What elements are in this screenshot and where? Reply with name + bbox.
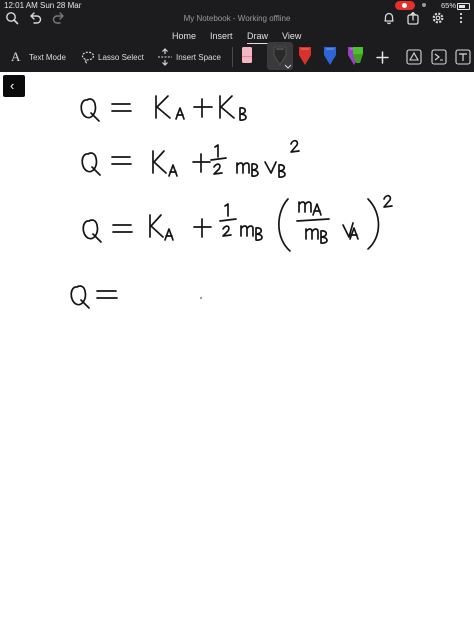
- text-mode-icon: A: [11, 49, 21, 64]
- equation-line-3: [82, 194, 393, 252]
- chevron-down-icon[interactable]: [284, 64, 292, 69]
- tab-home[interactable]: Home: [172, 31, 196, 41]
- pen-blue-icon[interactable]: [322, 46, 338, 68]
- bell-icon[interactable]: [382, 11, 396, 25]
- eraser-icon[interactable]: [240, 46, 254, 66]
- chevron-left-icon: ‹: [10, 78, 15, 93]
- ribbon-tabs: Home Insert Draw View: [0, 31, 474, 44]
- insert-space-icon: [158, 48, 172, 66]
- screen-recording-indicator: [395, 1, 415, 10]
- ink-dot: [200, 297, 202, 299]
- share-icon[interactable]: [406, 11, 420, 25]
- ink-to-math-icon[interactable]: [431, 49, 447, 65]
- tab-insert[interactable]: Insert: [210, 31, 233, 41]
- handwritten-equations: [70, 95, 393, 309]
- note-canvas[interactable]: [0, 72, 474, 632]
- ink-to-text-icon[interactable]: [455, 49, 471, 65]
- signal-icon: [422, 3, 426, 7]
- highlighter-green-icon[interactable]: [350, 46, 366, 68]
- equation-line-4: [70, 285, 118, 309]
- add-pen-icon[interactable]: [376, 51, 389, 64]
- more-icon[interactable]: [455, 11, 467, 25]
- lasso-select-button[interactable]: Lasso Select: [98, 53, 144, 62]
- tab-draw[interactable]: Draw: [247, 31, 269, 44]
- settings-icon[interactable]: [431, 11, 445, 25]
- lasso-icon: [81, 51, 95, 64]
- pen-red-icon[interactable]: [297, 46, 313, 68]
- equation-line-2: [81, 139, 300, 178]
- tab-view[interactable]: View: [282, 31, 301, 41]
- battery-percent: 65%: [440, 1, 456, 10]
- back-button[interactable]: ‹: [3, 75, 25, 97]
- equation-line-1: [80, 95, 247, 122]
- notebook-title: My Notebook - Working offline: [183, 14, 291, 23]
- app-toolbar: 12:01 AM Sun 28 Mar 65% My Notebook - Wo…: [0, 0, 474, 72]
- ink-to-shape-icon[interactable]: [406, 49, 422, 65]
- ribbon-divider: [232, 47, 233, 67]
- redo-icon[interactable]: [52, 11, 66, 25]
- insert-space-button[interactable]: Insert Space: [176, 53, 221, 62]
- status-time: 12:01 AM Sun 28 Mar: [4, 1, 82, 10]
- search-icon[interactable]: [5, 11, 19, 25]
- battery-icon: [457, 3, 470, 10]
- undo-icon[interactable]: [28, 11, 42, 25]
- text-mode-button[interactable]: Text Mode: [29, 53, 66, 62]
